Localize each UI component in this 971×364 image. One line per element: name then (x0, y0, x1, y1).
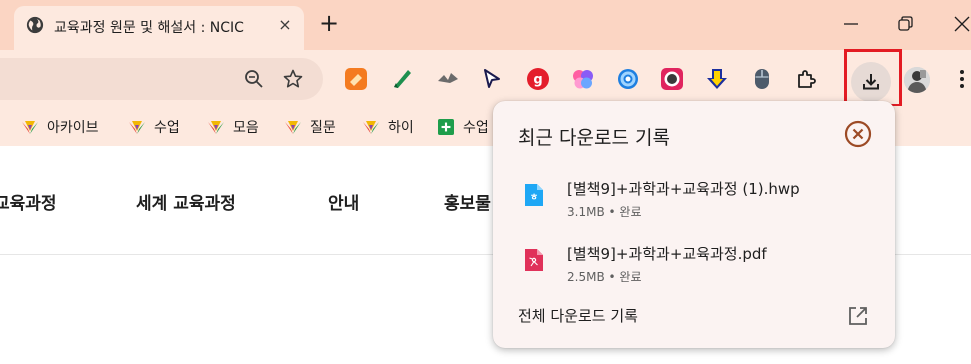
svg-text:ㅎ: ㅎ (530, 193, 538, 203)
brain-ext-icon[interactable] (571, 67, 595, 91)
minimize-icon[interactable] (839, 12, 863, 36)
download-file-meta: 3.1MB • 완료 (567, 203, 642, 220)
record-ext-icon[interactable] (660, 67, 684, 91)
profile-avatar[interactable] (904, 67, 930, 93)
restore-icon[interactable] (893, 12, 917, 36)
download-file-meta: 2.5MB • 완료 (567, 268, 642, 285)
avatar-image (904, 67, 930, 93)
crane-icon (22, 121, 38, 134)
download-item[interactable]: [별책9]+과학과+교육과정.pdf 2.5MB • 완료 (493, 241, 895, 295)
nav-item-guide[interactable]: 안내 (328, 189, 359, 214)
open-external-icon[interactable] (847, 305, 869, 327)
download-panel-title: 최근 다운로드 기록 (518, 127, 670, 149)
new-tab-button[interactable]: + (317, 11, 341, 36)
globe-icon (26, 16, 44, 34)
download-file-name: [별책9]+과학과+교육과정 (1).hwp (567, 180, 800, 198)
nav-item-curriculum[interactable]: 교육과정 (0, 189, 57, 214)
plus-square-icon (438, 119, 454, 135)
address-bar[interactable] (0, 58, 323, 100)
download-arrow-ext-icon[interactable] (705, 67, 729, 91)
close-icon[interactable] (950, 12, 971, 36)
meta-separator: • (608, 205, 616, 219)
all-downloads-link[interactable]: 전체 다운로드 기록 (518, 305, 638, 326)
hwp-file-icon: ㅎ (525, 184, 543, 206)
bookmark-item[interactable]: 수업 (437, 117, 489, 137)
download-status: 완료 (619, 205, 642, 219)
tab-strip: 교육과정 원문 및 해설서 : NCIC × + (0, 0, 971, 50)
bookmark-item[interactable]: 모음 (207, 117, 259, 137)
tab-close-button[interactable]: × (276, 16, 294, 34)
download-item[interactable]: ㅎ [별책9]+과학과+교육과정 (1).hwp 3.1MB • 완료 (493, 176, 895, 230)
svg-text:g: g (533, 73, 542, 88)
browser-tab[interactable]: 교육과정 원문 및 해설서 : NCIC × (14, 6, 304, 50)
meta-separator: • (608, 270, 616, 284)
cursor-ext-icon[interactable] (480, 67, 504, 91)
bookmark-item[interactable]: 하이 (362, 117, 414, 137)
bookmark-item[interactable]: 아카이브 (21, 117, 99, 137)
download-button-highlight (844, 49, 902, 107)
download-file-size: 2.5MB (567, 270, 605, 284)
pen-ext-icon[interactable] (390, 67, 414, 91)
crane-icon (129, 121, 145, 134)
bookmark-item[interactable]: 질문 (284, 117, 336, 137)
nav-item-world-curriculum[interactable]: 세계 교육과정 (136, 189, 236, 214)
toolbar: g (0, 50, 971, 106)
bird-ext-icon[interactable] (436, 67, 460, 91)
close-icon[interactable] (844, 120, 872, 148)
nav-item-promo[interactable]: 홍보물 (444, 189, 491, 214)
download-panel: 최근 다운로드 기록 ㅎ [별책9]+과학과+교육과정 (1).hwp 3.1M… (493, 101, 895, 348)
pdf-file-icon (525, 249, 543, 271)
g-ext-icon[interactable]: g (526, 67, 550, 91)
crane-icon (285, 121, 301, 134)
bookmark-item[interactable]: 수업 (128, 117, 180, 137)
mouse-ext-icon[interactable] (750, 67, 774, 91)
download-file-name: [별책9]+과학과+교육과정.pdf (567, 245, 767, 263)
more-vertical-icon[interactable] (956, 66, 968, 92)
star-icon[interactable] (282, 68, 304, 90)
swirl-ext-icon[interactable] (616, 67, 640, 91)
crane-icon (208, 121, 224, 134)
zoom-out-icon[interactable] (243, 68, 265, 90)
puzzle-icon[interactable] (794, 67, 818, 91)
tab-title: 교육과정 원문 및 해설서 : NCIC (54, 17, 266, 37)
eraser-ext-icon[interactable] (344, 67, 368, 91)
download-status: 완료 (619, 270, 642, 284)
crane-icon (363, 121, 379, 134)
download-file-size: 3.1MB (567, 205, 605, 219)
